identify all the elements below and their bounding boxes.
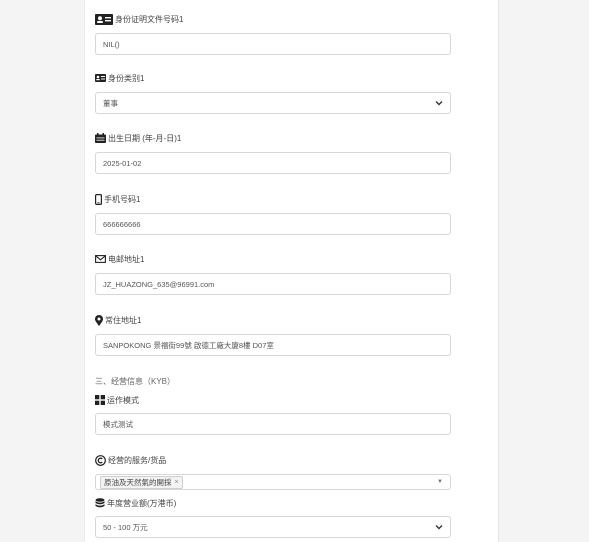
email-label: 电邮地址1 — [95, 252, 144, 266]
services-label: 经营的服务/货品 — [95, 453, 166, 467]
phone-label: 手机号码1 — [95, 192, 140, 206]
phone-icon — [95, 193, 102, 205]
operation-mode-label-text: 运作模式 — [107, 395, 139, 405]
id-number-label: 身份证明文件号码1 — [95, 12, 183, 26]
turnover-value: 50 - 100 万元 — [103, 522, 148, 532]
id-number-label-text: 身份证明文件号码1 — [115, 14, 184, 24]
calendar-icon — [95, 133, 106, 143]
email-value: JZ_HUAZONG_635@96991.com — [103, 279, 215, 289]
copyright-circle-icon — [95, 454, 106, 466]
services-tag-text: 原油及天然氣的開採 — [104, 477, 172, 487]
birth-date-label: 出生日期 (年-月-日)1 — [95, 131, 181, 145]
id-card-icon — [95, 13, 113, 25]
operation-mode-label: 运作模式 — [95, 393, 139, 407]
address-value: SANPOKONG 景福街99號 啟德工廠大廈8樓 D07室 — [103, 340, 274, 350]
tag-remove-icon[interactable]: × — [175, 479, 179, 486]
address-input[interactable]: SANPOKONG 景福街99號 啟德工廠大廈8樓 D07室 — [95, 334, 451, 356]
email-label-text: 电邮地址1 — [108, 254, 145, 264]
caret-down-icon[interactable]: ▼ — [437, 479, 443, 485]
identity-type-value: 董事 — [103, 98, 118, 108]
identity-type-label-text: 身份类别1 — [108, 73, 145, 83]
birth-date-input[interactable]: 2025-01-02 — [95, 152, 451, 174]
chevron-down-icon[interactable] — [435, 99, 443, 109]
coins-icon — [95, 498, 105, 508]
operation-mode-value: 模式测试 — [103, 419, 133, 429]
id-number-input[interactable]: NIL() — [95, 33, 451, 55]
chevron-down-icon[interactable] — [435, 523, 443, 533]
services-label-text: 经营的服务/货品 — [108, 455, 167, 465]
birth-date-value: 2025-01-02 — [103, 158, 142, 168]
envelope-icon — [95, 255, 106, 263]
map-pin-icon — [95, 314, 103, 326]
grid-icon — [95, 395, 105, 405]
phone-input[interactable]: 666666666 — [95, 213, 451, 235]
address-label: 常住地址1 — [95, 313, 141, 327]
services-multiselect[interactable]: 原油及天然氣的開採 × ▼ — [95, 474, 451, 490]
id-number-value: NIL() — [103, 39, 120, 49]
turnover-select[interactable]: 50 - 100 万元 — [95, 516, 451, 538]
email-input[interactable]: JZ_HUAZONG_635@96991.com — [95, 273, 451, 295]
operation-mode-input[interactable]: 模式测试 — [95, 413, 451, 435]
id-badge-icon — [95, 74, 106, 82]
phone-value: 666666666 — [103, 219, 141, 229]
identity-type-select[interactable]: 董事 — [95, 92, 451, 114]
identity-type-label: 身份类别1 — [95, 71, 144, 85]
phone-label-text: 手机号码1 — [104, 194, 141, 204]
address-label-text: 常住地址1 — [105, 315, 142, 325]
birth-date-label-text: 出生日期 (年-月-日)1 — [108, 133, 182, 143]
turnover-label: 年度营业额(万港币) — [95, 496, 176, 510]
kyb-section-title: 三、经营信息（KYB） — [95, 377, 176, 386]
services-tag: 原油及天然氣的開採 × — [100, 475, 183, 489]
turnover-label-text: 年度营业额(万港币) — [107, 498, 177, 508]
